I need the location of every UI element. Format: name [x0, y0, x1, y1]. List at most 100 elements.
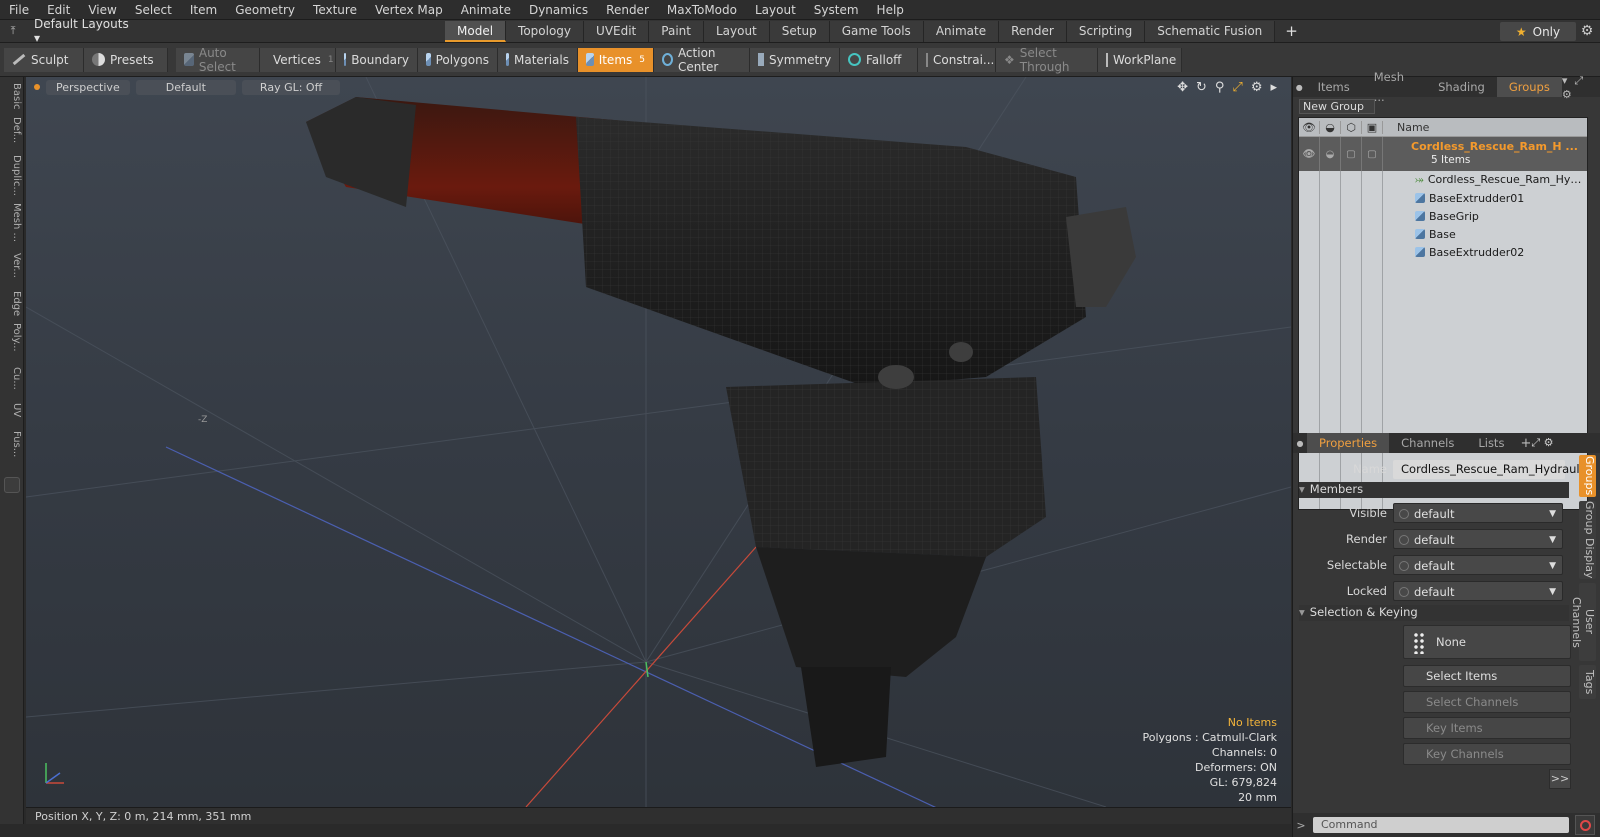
props-controls-icon[interactable]: ⤢ ⚙ — [1531, 436, 1553, 450]
left-tab-edge[interactable]: Edge — [2, 291, 22, 316]
tab-topology[interactable]: Topology — [506, 21, 585, 42]
auto-select-button[interactable]: Auto Select — [176, 46, 260, 74]
selection-keying-section[interactable]: Selection & Keying — [1299, 605, 1569, 621]
list-item[interactable]: BaseExtrudder01 — [1299, 189, 1587, 207]
menu-maxtomodo[interactable]: MaxToModo — [658, 3, 746, 17]
add-tab-icon[interactable]: + — [1516, 436, 1531, 451]
more-button[interactable]: >> — [1549, 769, 1571, 789]
sculpt-button[interactable]: Sculpt — [4, 47, 84, 72]
visible-dropdown[interactable]: default ▼ — [1393, 503, 1563, 523]
panel-controls-icon[interactable]: ▾ ⤢ ⚙ — [1562, 74, 1593, 101]
tab-render[interactable]: Render — [999, 21, 1067, 42]
layout-home-icon[interactable]: ⤒ — [0, 24, 26, 38]
select-channels-button[interactable]: Select Channels — [1403, 691, 1571, 713]
left-tab-duplicate[interactable]: Duplic... — [2, 155, 22, 196]
left-tab-fusion[interactable]: Fus... — [2, 431, 22, 457]
key-channels-button[interactable]: Key Channels — [1403, 743, 1571, 765]
tab-setup[interactable]: Setup — [769, 21, 830, 42]
left-tab-curve[interactable]: Cu... — [2, 367, 22, 390]
group-row[interactable]: 👁 ◒ ▢ ▢ Cordless_Rescue_Ram_H ... 5 Item… — [1299, 137, 1587, 171]
group-render-icon[interactable]: ◒ — [1320, 137, 1341, 171]
polygons-button[interactable]: Polygons — [418, 47, 498, 72]
group-select-icon[interactable]: ▢ — [1341, 137, 1362, 171]
members-section[interactable]: Members — [1299, 482, 1569, 498]
tab-scripting[interactable]: Scripting — [1066, 21, 1146, 42]
presets-button[interactable]: Presets — [84, 47, 168, 72]
left-tab-basic[interactable]: Basic — [2, 83, 22, 109]
tab-animate[interactable]: Animate — [923, 21, 1000, 42]
falloff-button[interactable]: Falloff — [840, 47, 918, 72]
group-name-field[interactable]: Cordless_Rescue_Ram_Hydraulic — [1393, 459, 1589, 479]
tab-channels[interactable]: Channels — [1389, 433, 1466, 453]
left-tab-mesh[interactable]: Mesh ... — [2, 203, 22, 242]
left-tab-polygon[interactable]: Poly... — [2, 323, 22, 352]
menu-help[interactable]: Help — [868, 3, 913, 17]
list-item[interactable]: Base — [1299, 225, 1587, 243]
side-tab-tags[interactable]: Tags — [1579, 665, 1596, 699]
side-tab-group-display[interactable]: Group Display — [1579, 501, 1596, 579]
selectable-dropdown[interactable]: default ▼ — [1393, 555, 1563, 575]
list-item[interactable]: ⤖ Cordless_Rescue_Ram_Hyd... — [1299, 171, 1587, 189]
layout-selector[interactable]: Default Layouts ▾ — [26, 17, 136, 45]
new-group-button[interactable]: New Group — [1299, 99, 1375, 114]
tab-shading[interactable]: Shading — [1426, 77, 1497, 97]
menu-edit[interactable]: Edit — [38, 3, 79, 17]
raygl-toggle[interactable]: Ray GL: Off — [241, 79, 341, 95]
pan-icon[interactable]: ✥ — [1177, 80, 1188, 95]
expand-arrow-icon[interactable]: ▸ — [1270, 80, 1277, 95]
menu-system[interactable]: System — [805, 3, 868, 17]
constraints-button[interactable]: Constrai... — [918, 47, 996, 72]
menu-texture[interactable]: Texture — [304, 3, 366, 17]
tab-game-tools[interactable]: Game Tools — [829, 21, 924, 42]
3d-viewport[interactable]: Perspective Default Ray GL: Off ✥ ↻ ⚲ ⤢ … — [26, 77, 1291, 807]
symmetry-button[interactable]: Symmetry — [750, 47, 840, 72]
tab-lists[interactable]: Lists — [1466, 433, 1516, 453]
left-tab-vertex[interactable]: Ver... — [2, 253, 22, 278]
group-lock-icon[interactable]: ▢ — [1362, 137, 1383, 171]
select-items-button[interactable]: Select Items — [1403, 665, 1571, 687]
boundary-button[interactable]: Boundary — [336, 47, 418, 72]
menu-file[interactable]: File — [0, 3, 38, 17]
viewport-gear-icon[interactable]: ⚙ — [1251, 80, 1263, 95]
menu-select[interactable]: Select — [126, 3, 181, 17]
key-items-button[interactable]: Key Items — [1403, 717, 1571, 739]
left-tab-uv[interactable]: UV — [2, 403, 22, 417]
menu-dynamics[interactable]: Dynamics — [520, 3, 597, 17]
menu-animate[interactable]: Animate — [452, 3, 520, 17]
workplane-button[interactable]: WorkPlane — [1098, 47, 1182, 72]
list-item[interactable]: BaseGrip — [1299, 207, 1587, 225]
side-tab-user-channels[interactable]: User Channels — [1570, 583, 1596, 661]
add-tab-icon[interactable]: + — [1275, 21, 1308, 42]
visibility-col-icon[interactable]: 👁 — [1299, 120, 1320, 134]
render-dropdown[interactable]: default ▼ — [1393, 529, 1563, 549]
left-tab-deform[interactable]: Def... — [2, 117, 22, 143]
zoom-icon[interactable]: ⚲ — [1215, 80, 1225, 95]
none-button[interactable]: None — [1403, 625, 1571, 659]
locked-dropdown[interactable]: default ▼ — [1393, 581, 1563, 601]
rotate-icon[interactable]: ↻ — [1196, 80, 1207, 95]
menu-vertex-map[interactable]: Vertex Map — [366, 3, 452, 17]
shading-selector[interactable]: Default — [135, 79, 236, 95]
view-mode-selector[interactable]: Perspective — [46, 79, 130, 95]
left-strip-toggle[interactable] — [4, 477, 20, 493]
vertices-button[interactable]: Vertices 1 — [260, 47, 336, 72]
side-tab-groups[interactable]: Groups — [1579, 455, 1596, 497]
lock-col-icon[interactable]: ▣ — [1362, 120, 1383, 134]
group-visibility-icon[interactable]: 👁 — [1299, 137, 1320, 171]
menu-view[interactable]: View — [79, 3, 125, 17]
menu-item[interactable]: Item — [181, 3, 226, 17]
action-center-button[interactable]: Action Center — [654, 46, 750, 74]
fit-icon[interactable]: ⤢ — [1232, 80, 1242, 95]
select-through-button[interactable]: ❖ Select Through — [996, 46, 1098, 74]
tab-paint[interactable]: Paint — [649, 21, 704, 42]
only-button[interactable]: ★ Only — [1500, 22, 1576, 41]
materials-button[interactable]: Materials — [498, 47, 578, 72]
tab-uvedit[interactable]: UVEdit — [584, 21, 650, 42]
record-button[interactable] — [1575, 815, 1595, 835]
tab-layout[interactable]: Layout — [703, 21, 770, 42]
list-item[interactable]: BaseExtrudder02 — [1299, 243, 1587, 261]
items-button[interactable]: Items 5 — [578, 47, 654, 72]
tab-groups[interactable]: Groups — [1496, 77, 1562, 97]
render-col-icon[interactable]: ◒ — [1320, 120, 1341, 134]
tab-properties[interactable]: Properties — [1307, 433, 1390, 453]
